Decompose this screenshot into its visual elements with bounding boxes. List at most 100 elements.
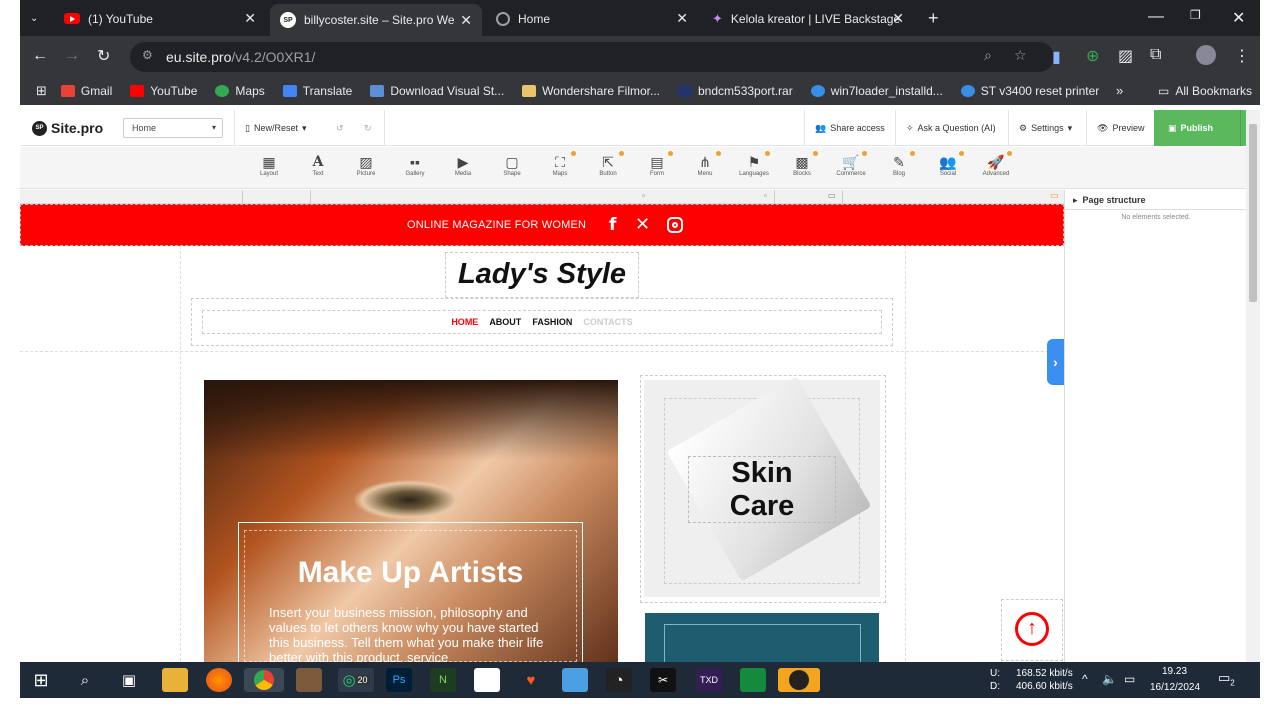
hero-title[interactable]: Make Up Artists: [238, 556, 583, 590]
network-icon[interactable]: ▭: [1124, 672, 1135, 686]
bookmark-win7loader[interactable]: win7loader_installd...: [810, 84, 943, 98]
tab-kelola[interactable]: ✦ Kelola kreator | LIVE Backstage ✕: [702, 5, 914, 32]
tab-sitepro[interactable]: SP billycoster.site – Site.pro Websit ✕: [270, 4, 482, 36]
clock-date[interactable]: 16/12/2024: [1150, 682, 1200, 693]
windows-start-icon[interactable]: ⊞: [28, 668, 54, 692]
obs-taskbar-button[interactable]: [778, 668, 820, 692]
app-nb-icon[interactable]: N: [430, 668, 456, 692]
bookmark-gmail[interactable]: Gmail: [60, 84, 112, 98]
x-twitter-icon[interactable]: ✕: [635, 214, 650, 235]
tablet-breakpoint-icon[interactable]: ▫: [642, 191, 645, 200]
tab-youtube[interactable]: (1) YouTube ✕: [54, 5, 266, 32]
expand-panel-chevron-icon[interactable]: ›: [1047, 339, 1064, 385]
widget-shape[interactable]: ▢ Shape: [488, 153, 536, 177]
widget-social[interactable]: 👥 Social: [924, 151, 972, 177]
volume-icon[interactable]: 🔈: [1102, 672, 1117, 686]
bookmark-star-icon[interactable]: ☆: [1014, 47, 1027, 64]
settings-button[interactable]: ⚙ Settings ▾: [1008, 110, 1082, 146]
close-icon[interactable]: ✕: [244, 10, 256, 27]
window-app-icon[interactable]: [474, 668, 500, 692]
tab-home[interactable]: Home ✕: [486, 5, 698, 32]
widget-blocks[interactable]: ▩ Blocks: [778, 151, 826, 177]
restore-icon[interactable]: ❐: [1190, 8, 1201, 22]
extensions-puzzle-icon[interactable]: ⧉: [1150, 46, 1161, 64]
widget-menu[interactable]: ⋔ Menu: [681, 151, 729, 177]
heart-app-icon[interactable]: ♥: [518, 668, 544, 692]
widget-maps[interactable]: ⛶ Maps: [536, 151, 584, 177]
nav-about[interactable]: ABOUT: [489, 317, 521, 327]
widget-advanced[interactable]: 🚀 Advanced: [972, 151, 1020, 177]
davinci-icon[interactable]: ◔: [606, 668, 632, 692]
editor-scrollbar[interactable]: [1246, 110, 1260, 662]
widget-languages[interactable]: ⚑ Languages: [730, 151, 778, 177]
scroll-to-top-icon[interactable]: ↑: [1015, 612, 1049, 646]
mobile-breakpoint-icon[interactable]: ▫: [764, 191, 767, 200]
menu-kebab-icon[interactable]: ⋮: [1234, 46, 1250, 66]
nav-home[interactable]: HOME: [451, 317, 478, 327]
nav-fashion[interactable]: FASHION: [532, 317, 572, 327]
close-icon[interactable]: ✕: [676, 10, 688, 27]
more-bookmarks-icon[interactable]: »: [1116, 83, 1123, 98]
chrome-taskbar-button[interactable]: [244, 668, 284, 692]
back-icon[interactable]: ←: [32, 47, 48, 65]
widget-button[interactable]: ⇱ Button: [584, 151, 632, 177]
bookmark-translate[interactable]: Translate: [282, 84, 352, 98]
bookmark-youtube[interactable]: YouTube: [130, 84, 197, 98]
widget-media[interactable]: ▶ Media: [439, 153, 487, 177]
forward-icon[interactable]: →: [64, 47, 80, 65]
app-green-icon[interactable]: [740, 668, 766, 692]
widget-layout[interactable]: ▦ Layout: [245, 153, 293, 177]
site-title[interactable]: Lady's Style: [445, 252, 639, 298]
undo-button[interactable]: ↺: [326, 110, 354, 146]
publish-button[interactable]: ▣Publish▾: [1154, 110, 1260, 146]
txd-icon[interactable]: TXD: [696, 668, 722, 692]
search-icon[interactable]: ⌕: [72, 668, 98, 692]
bookmark-wondershare[interactable]: Wondershare Filmor...: [522, 84, 660, 98]
site-info-icon[interactable]: ⚙: [142, 48, 153, 62]
zoom-icon[interactable]: ⌕: [984, 47, 992, 64]
whatsapp-taskbar-button[interactable]: ◎ 20: [338, 668, 374, 692]
clock-time[interactable]: 19.23: [1162, 666, 1187, 677]
capcut-icon[interactable]: ✂: [650, 668, 676, 692]
widget-form[interactable]: ▤ Form: [633, 151, 681, 177]
device-toggle-icon[interactable]: ▭: [1050, 190, 1059, 201]
extension-plus-icon[interactable]: ⊕: [1086, 46, 1099, 66]
new-tab-button[interactable]: +: [918, 5, 948, 32]
notification-icon[interactable]: ▭2: [1218, 670, 1235, 688]
preview-button[interactable]: 👁 Preview: [1086, 110, 1154, 146]
widget-text[interactable]: A Text: [294, 153, 342, 177]
widget-gallery[interactable]: ▪▪ Gallery: [391, 153, 439, 177]
page-selector[interactable]: Home: [123, 118, 223, 138]
task-view-icon[interactable]: ▣: [116, 668, 142, 692]
hero-body[interactable]: Insert your business mission, philosophy…: [269, 605, 552, 662]
close-icon[interactable]: ✕: [892, 10, 904, 27]
page-structure-header[interactable]: ▸ Page structure: [1065, 190, 1247, 210]
skin-care-title[interactable]: Skin Care: [688, 456, 836, 523]
all-bookmarks[interactable]: ▭ All Bookmarks: [1158, 84, 1252, 98]
redo-button[interactable]: ↻: [354, 110, 382, 146]
share-access-button[interactable]: 👥 Share access: [804, 110, 895, 146]
widget-picture[interactable]: ▨ Picture: [342, 153, 390, 177]
instagram-icon[interactable]: [667, 217, 683, 233]
bookmark-bndcm[interactable]: bndcm533port.rar: [678, 84, 793, 98]
app-icon[interactable]: [296, 668, 322, 692]
tray-chevron-icon[interactable]: ^: [1082, 672, 1088, 686]
close-icon[interactable]: ✕: [460, 12, 472, 29]
window-close-icon[interactable]: ✕: [1232, 8, 1245, 28]
bookmark-download-visual[interactable]: Download Visual St...: [370, 84, 504, 98]
desktop-breakpoint-icon[interactable]: ▭: [828, 191, 836, 200]
widget-commerce[interactable]: 🛒 Commerce: [827, 151, 875, 177]
minimize-icon[interactable]: —: [1148, 8, 1164, 26]
reader-icon[interactable]: ▮: [1052, 47, 1061, 67]
top-announcement-bar[interactable]: ONLINE MAGAZINE FOR WOMEN f ✕: [20, 204, 1064, 246]
apps-grid-icon[interactable]: ⊞: [36, 83, 47, 99]
nav-contacts[interactable]: CONTACTS: [583, 317, 632, 327]
new-reset-button[interactable]: ▯ New/Reset ▾: [234, 110, 317, 146]
bookmark-st-v3400[interactable]: ST v3400 reset printer: [960, 84, 1099, 98]
ask-ai-button[interactable]: ✧ Ask a Question (AI): [895, 110, 1006, 146]
profile-avatar[interactable]: [1196, 45, 1216, 65]
tab-search-button[interactable]: ⌄: [20, 5, 50, 32]
address-bar[interactable]: ⚙ eu.site.pro/v4.2/O0XR1/ ⌕ ☆: [130, 42, 1054, 72]
extension-icon[interactable]: ▨: [1118, 46, 1133, 66]
bookmark-maps[interactable]: Maps: [215, 84, 265, 98]
